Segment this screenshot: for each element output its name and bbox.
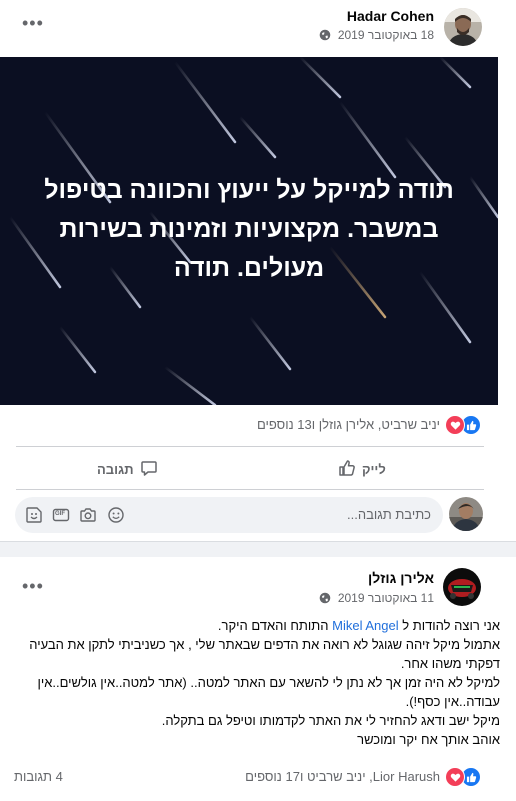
globe-icon	[319, 29, 331, 44]
comment-label: תגובה	[97, 462, 134, 477]
sticker-icon[interactable]	[25, 506, 43, 524]
light-streak	[438, 57, 472, 89]
comment-placeholder: כתיבת תגובה...	[347, 507, 431, 522]
gif-label: GIF	[55, 511, 65, 517]
divider	[16, 489, 484, 490]
light-streak	[338, 100, 397, 179]
comments-count[interactable]: 4 תגובות	[14, 769, 63, 784]
post-image[interactable]: תודה למייקל על ייעוץ והכוונה בטיפול במשב…	[0, 57, 498, 405]
post-menu-button[interactable]: •••	[22, 14, 44, 32]
post-meta: 18 באוקטובר 2019	[319, 28, 434, 44]
light-streak	[238, 115, 277, 159]
post-menu-button[interactable]: •••	[22, 577, 44, 595]
light-streak	[298, 57, 342, 99]
author-name[interactable]: Hadar Cohen	[347, 8, 434, 24]
like-button[interactable]: לייק	[338, 459, 386, 480]
globe-icon	[319, 592, 331, 607]
post-body-line: מיקל ישב ודאג להחזיר לי את האתר לקדמותו …	[161, 713, 500, 728]
divider	[16, 446, 484, 447]
mention-link[interactable]: Mikel Angel	[332, 618, 398, 633]
light-streak	[248, 315, 292, 371]
post-body-line: אוהב אותך אח יקר ומוכשר	[357, 732, 500, 747]
post-body-line: אני רוצה להודות ל Mikel Angel התותח והאד…	[217, 618, 500, 633]
author-avatar[interactable]	[443, 568, 481, 606]
commenter-avatar[interactable]	[449, 497, 483, 531]
post-body-line: למיקל לא היה זמן אך לא נתן לי להשאר עם ה…	[37, 675, 500, 709]
post-body-line: אתמול מיקל זיהה שגוגל לא רואה את הדפים ש…	[29, 637, 500, 671]
author-avatar[interactable]	[444, 8, 482, 46]
thumbs-up-icon	[338, 459, 356, 480]
light-streak	[163, 365, 217, 405]
camera-icon[interactable]	[79, 506, 97, 524]
emoji-icon[interactable]	[107, 506, 125, 524]
like-label: לייק	[362, 462, 386, 477]
post-body: אני רוצה להודות ל Mikel Angel התותח והאד…	[12, 616, 500, 749]
love-reaction-icon	[445, 767, 465, 787]
reactions-text[interactable]: Lior Harush, יניב שרביט ו17 נוספים	[245, 769, 440, 784]
reactions-text[interactable]: יניב שרביט, אלירן גוזלן ו13 נוספים	[257, 417, 440, 432]
author-name[interactable]: אלירן גוזלן	[368, 570, 434, 586]
post-card: Hadar Cohen 18 באוקטובר 2019 ••• תודה למ…	[0, 0, 516, 542]
post-date[interactable]: 11 באוקטובר 2019	[338, 591, 434, 605]
comment-input[interactable]: כתיבת תגובה... GIF	[15, 497, 443, 533]
post-card: אלירן גוזלן 11 באוקטובר 2019 ••• אני רוצ…	[0, 557, 516, 801]
reactions-summary[interactable]: Lior Harush, יניב שרביט ו17 נוספים	[0, 767, 498, 787]
gif-icon[interactable]: GIF	[52, 506, 70, 524]
speech-bubble-icon	[140, 459, 158, 480]
reactions-summary[interactable]: יניב שרביט, אלירן גוזלן ו13 נוספים	[0, 415, 498, 435]
love-reaction-icon	[445, 415, 465, 435]
comment-button[interactable]: תגובה	[97, 459, 158, 480]
light-streak	[58, 325, 97, 374]
light-streak	[173, 60, 237, 144]
post-date[interactable]: 18 באוקטובר 2019	[338, 28, 434, 42]
post-image-text: תודה למייקל על ייעוץ והכוונה בטיפול במשב…	[44, 176, 454, 282]
post-meta: 11 באוקטובר 2019	[319, 591, 434, 607]
